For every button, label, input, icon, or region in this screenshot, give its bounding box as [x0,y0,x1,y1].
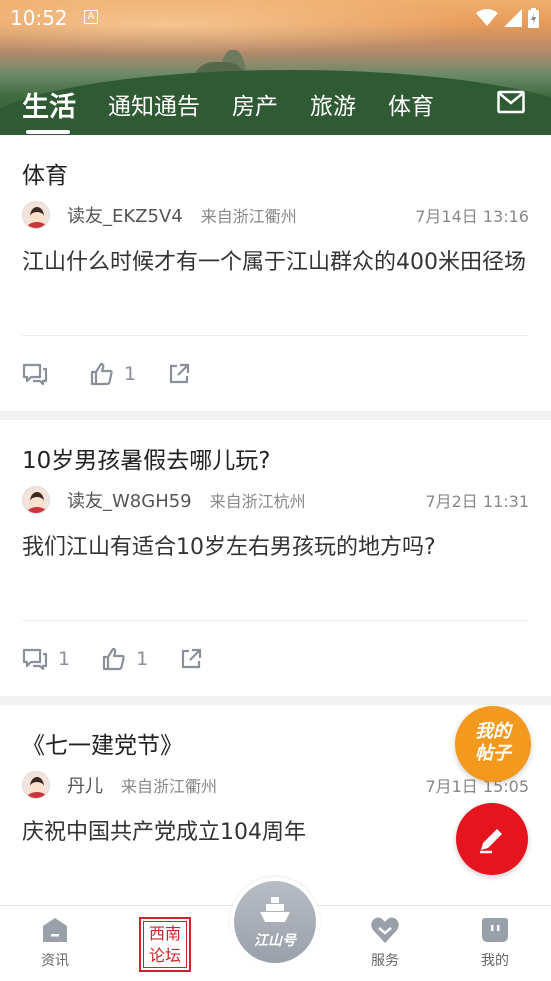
post-title[interactable]: 《七一建党节》 [22,725,529,767]
comment-button[interactable]: 1 [22,647,70,671]
thumbs-up-icon [90,362,113,385]
thumbs-up-icon [102,647,125,670]
new-post-button[interactable] [456,803,528,875]
post-content[interactable]: 江山什么时候才有一个属于江山群众的400米田径场 [22,233,529,335]
nav-services[interactable]: 服务 [350,916,420,970]
jiangshan-logo: 江山号 [234,881,316,963]
ship-icon [260,897,290,922]
tab-real-estate[interactable]: 房产 [232,87,278,121]
forum-seal-line2: 论坛 [148,946,181,965]
share-button[interactable] [168,363,200,385]
my-posts-label-line2: 帖子 [475,743,511,764]
post-author[interactable]: 读友_W8GH59 [67,487,192,513]
post-source: 来自浙江杭州 [209,492,306,511]
forum-seal-logo: 西南 论坛 [143,921,187,968]
like-button[interactable]: 1 [90,362,136,386]
status-bar: 10:52 A [0,0,551,36]
battery-icon [528,8,539,28]
post-card[interactable]: 10岁男孩暑假去哪儿玩? 读友_W8GH59 来自浙江杭州 7月2日 11:31… [0,420,551,696]
comment-icon [22,648,48,670]
news-icon [43,918,67,942]
avatar[interactable] [22,201,50,229]
mail-icon[interactable] [497,90,525,114]
avatar[interactable] [22,486,50,514]
heart-icon [371,917,399,943]
post-date: 7月14日 13:16 [415,207,529,226]
status-icons [476,8,539,28]
status-time: 10:52 [10,6,68,30]
post-source: 来自浙江衢州 [121,777,218,796]
like-count: 1 [136,647,149,670]
post-feed[interactable]: 体育 读友_EKZ5V4 来自浙江衢州 7月14日 13:16 江山什么时候才有… [0,135,551,905]
comment-icon [22,363,48,385]
nav-jiangshan-button[interactable]: 江山号 [230,877,320,967]
my-posts-button[interactable]: 我的 帖子 [455,706,531,782]
post-title[interactable]: 10岁男孩暑假去哪儿玩? [22,440,529,482]
jiangshan-label: 江山号 [254,933,296,949]
comment-count: 1 [58,647,71,670]
nav-services-label: 服务 [371,953,399,969]
tab-life[interactable]: 生活 [22,85,76,134]
avatar[interactable] [22,771,50,799]
tab-notices[interactable]: 通知通告 [108,87,200,121]
tab-sports[interactable]: 体育 [388,87,434,121]
forum-seal-line1: 西南 [148,924,181,943]
post-date: 7月2日 11:31 [425,492,529,511]
post-actions: 1 1 [22,621,529,696]
nav-news[interactable]: 资讯 [20,916,90,970]
post-source: 来自浙江衢州 [200,207,297,226]
post-content[interactable]: 我们江山有适合10岁左右男孩玩的地方吗? [22,518,529,620]
post-title[interactable]: 体育 [22,155,529,197]
post-author[interactable]: 读友_EKZ5V4 [67,202,183,228]
share-icon [182,648,202,668]
tab-travel[interactable]: 旅游 [310,87,356,121]
post-author[interactable]: 丹儿 [67,772,103,798]
post-meta: 丹儿 来自浙江衢州 7月1日 15:05 [22,767,529,803]
header-banner: 10:52 A 生活 通知通告 房产 旅游 体育 [0,0,551,135]
comment-button[interactable] [22,362,58,386]
profile-icon [482,918,508,942]
nav-mine-label: 我的 [481,953,509,969]
nav-forum[interactable]: 西南 论坛 [139,917,191,972]
post-meta: 读友_EKZ5V4 来自浙江衢州 7月14日 13:16 [22,197,529,233]
my-posts-label-line1: 我的 [475,721,511,742]
like-count: 1 [124,362,137,385]
category-tabs: 生活 通知通告 房产 旅游 体育 [22,84,466,134]
post-actions: 1 [22,336,529,411]
nav-news-label: 资讯 [41,953,69,969]
wifi-icon [476,9,498,26]
nav-mine[interactable]: 我的 [460,916,530,970]
pencil-icon [480,829,502,854]
signal-icon [504,9,522,27]
share-button[interactable] [180,648,212,670]
post-card[interactable]: 体育 读友_EKZ5V4 来自浙江衢州 7月14日 13:16 江山什么时候才有… [0,135,551,411]
share-icon [169,363,190,383]
like-button[interactable]: 1 [102,647,148,671]
post-meta: 读友_W8GH59 来自浙江杭州 7月2日 11:31 [22,482,529,518]
notification-badge: A [84,10,98,24]
